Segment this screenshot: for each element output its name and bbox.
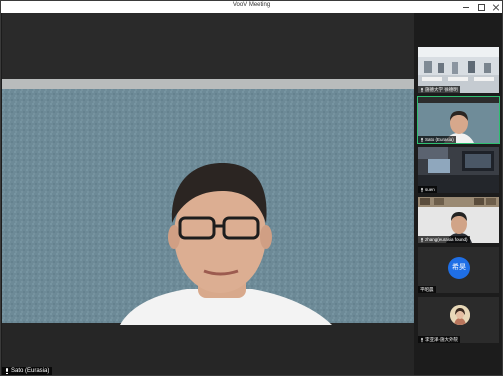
speaker-name: Sato (Eurasia) [11,368,50,374]
participant-tile[interactable]: zhang(eurasia found) [418,197,499,243]
avatar-photo [450,305,470,325]
title-bar: VooV Meeting [1,1,502,13]
participant-tile[interactable]: 希昊 平昭晨 [418,247,499,293]
microphone-icon [421,87,424,92]
participant-tile[interactable]: 施德大学 徐德明 [418,47,499,93]
meeting-window: VooV Meeting Sato (Eurasia) 施德大学 徐德明 Sat… [0,0,503,376]
participant-sidebar: 施德大学 徐德明 Sato (Eurasia) suen zhang(euras… [415,13,502,375]
participant-label: suen [418,186,437,193]
window-title: VooV Meeting [232,2,271,8]
main-speaker-video[interactable]: Sato (Eurasia) [2,13,414,375]
participant-label: Sato (Eurasia) [418,136,456,143]
participant-label: 施德大学 徐德明 [418,86,460,93]
microphone-icon [5,368,9,374]
window-controls [462,1,500,13]
speaker-name-tag: Sato (Eurasia) [2,367,53,375]
speaker-video-frame [2,13,414,375]
microphone-icon [421,237,424,242]
participant-tile[interactable]: 李亚泽-施大外院 [418,297,499,343]
avatar [450,305,470,325]
microphone-icon [421,187,424,192]
participant-label: 平昭晨 [418,286,436,293]
participant-label: zhang(eurasia found) [418,236,470,243]
microphone-icon [421,337,424,342]
minimize-icon[interactable] [462,3,470,11]
close-icon[interactable] [492,3,500,11]
microphone-icon [421,137,424,142]
participant-tile[interactable]: suen [418,147,499,193]
participant-tile[interactable]: Sato (Eurasia) [417,96,500,144]
avatar: 希昊 [448,257,470,279]
maximize-icon[interactable] [477,3,485,11]
participant-label: 李亚泽-施大外院 [418,336,460,343]
